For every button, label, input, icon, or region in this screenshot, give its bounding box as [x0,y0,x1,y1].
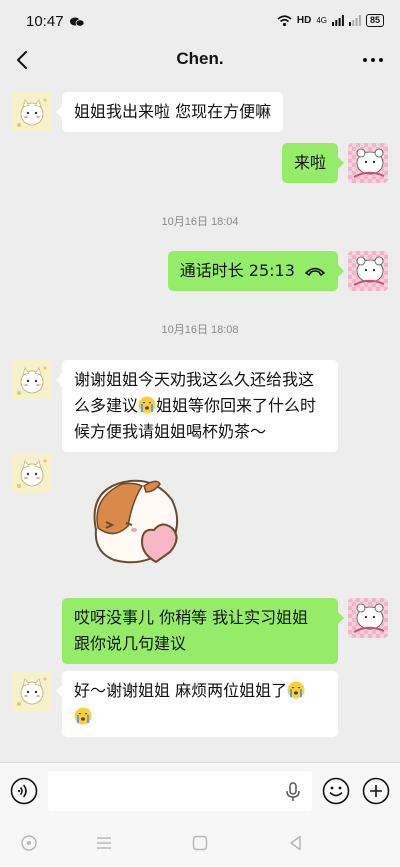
chat-header: Chen. [0,40,400,80]
status-bar: 10:47 HD 4G 85 [0,0,400,40]
message-bubble-incoming[interactable]: 姐姐我出来啦 您现在方便嘛 [55,92,284,132]
menu-icon[interactable] [95,834,113,852]
input-bar [0,762,400,818]
call-duration-text: 通话时长 25:13 [179,261,295,280]
timestamp: 10月16日 18:08 [161,324,239,336]
message-bubble-outgoing[interactable]: 来啦 [281,143,345,183]
wechat-notification-icon [70,17,84,27]
message-line: 候方便我请姐姐喝杯奶茶～ [74,422,267,441]
message-text: 好～谢谢姐姐 麻烦两位姐姐了 [74,681,288,700]
voice-icon[interactable] [10,777,38,805]
back-nav-icon[interactable] [287,834,305,852]
chat-title: Chen. [176,49,224,68]
message-line: 哎呀没事儿 你稍等 我让实习姐姐 [74,608,309,627]
message-line: 谢谢姐姐今天劝我这么久还给我这 [74,370,315,389]
message-text: 来啦 [293,153,326,172]
message-line: 跟你说几句建议 [74,634,187,653]
message-text: 姐姐等你回来了什么时 [156,396,317,415]
mic-icon[interactable] [284,781,302,803]
battery-indicator: 85 [365,14,384,27]
assistant-icon[interactable] [20,834,38,852]
message-line-with-emoji: 么多建议 姐姐等你回来了什么时 [74,393,326,419]
message-bubble-outgoing[interactable]: 哎呀没事儿 你稍等 我让实习姐姐 跟你说几句建议 [62,598,344,664]
hd-label: HD [296,15,312,26]
self-avatar[interactable] [348,143,388,183]
phone-icon [305,267,325,276]
system-nav-bar [0,818,400,867]
signal-icon-2 [348,15,361,26]
message-line-with-emoji: 好～谢谢姐姐 麻烦两位姐姐了 [74,678,326,704]
more-icon[interactable] [360,50,386,70]
home-icon[interactable] [191,834,209,852]
contact-avatar[interactable] [12,92,52,132]
signal-4g: 4G [316,16,327,25]
message-text: 么多建议 [74,396,139,415]
timestamp: 10月16日 18:04 [161,216,239,228]
status-time: 10:47 [26,13,64,30]
message-bubble-incoming[interactable]: 谢谢姐姐今天劝我这么久还给我这 么多建议 姐姐等你回来了什么时 候方便我请姐姐喝杯… [56,360,338,452]
plus-icon[interactable] [362,777,390,805]
crying-emoji [138,396,156,414]
signal-icon [331,15,344,26]
self-avatar[interactable] [348,251,388,291]
message-bubble-incoming[interactable]: 好～谢谢姐姐 麻烦两位姐姐了 [56,671,338,737]
message-text: 姐姐我出来啦 您现在方便嘛 [74,102,272,121]
crying-emoji [74,707,92,725]
emoji-icon[interactable] [322,777,350,805]
contact-avatar[interactable] [12,453,52,493]
wifi-icon [277,14,292,26]
message-line-with-emoji [74,704,326,730]
message-input[interactable] [48,771,312,811]
status-icons: HD 4G 85 [277,14,384,27]
sticker-cat-heart[interactable] [84,470,194,570]
contact-avatar[interactable] [12,671,52,711]
self-avatar[interactable] [348,598,388,638]
crying-emoji [287,681,305,699]
call-record-bubble[interactable]: 通话时长 25:13 [167,251,345,291]
contact-avatar[interactable] [12,360,52,400]
